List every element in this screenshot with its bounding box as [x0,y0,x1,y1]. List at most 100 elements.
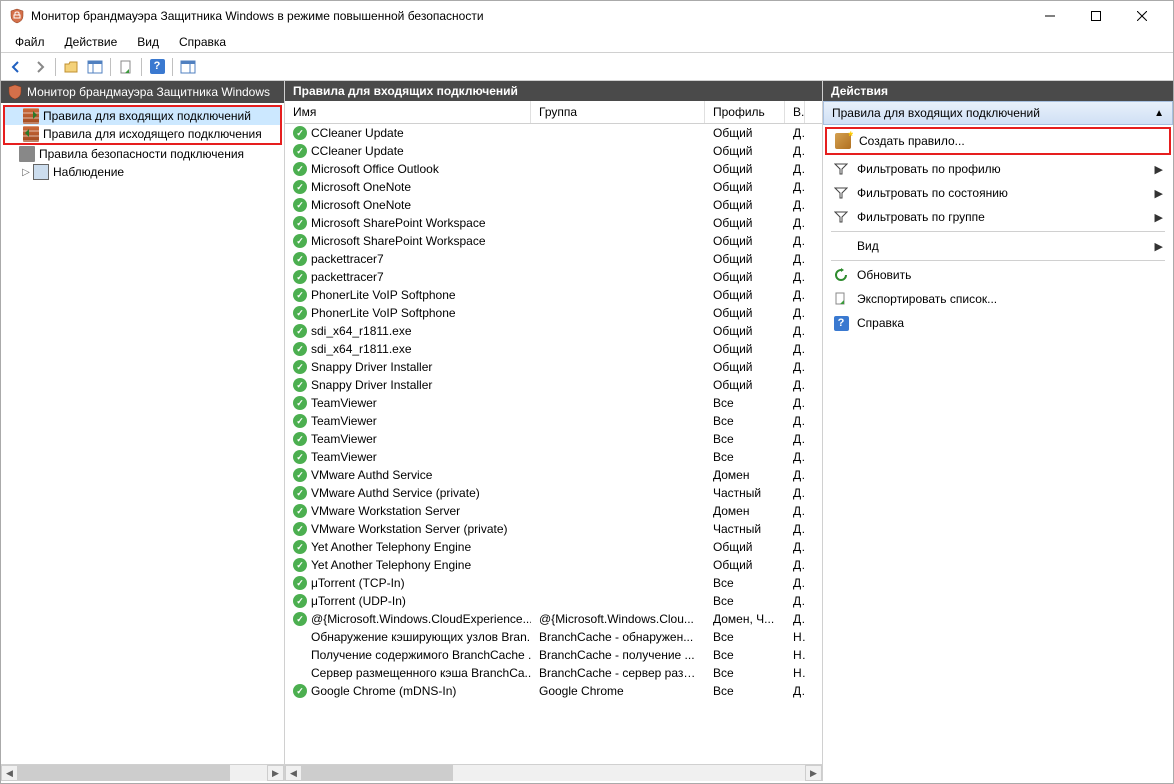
expander-icon[interactable]: ▷ [19,167,33,178]
rule-row[interactable]: Microsoft SharePoint WorkspaceОбщийД... [285,232,822,250]
rule-row[interactable]: Обнаружение кэширующих узлов Bran...Bran… [285,628,822,646]
rule-name: packettracer7 [311,270,384,284]
action-filter-group[interactable]: Фильтровать по группе ▶ [825,205,1171,229]
rule-row[interactable]: Snappy Driver InstallerОбщийД... [285,376,822,394]
collapse-icon[interactable]: ▲ [1154,108,1164,119]
rule-row[interactable]: Сервер размещенного кэша BranchCa...Bran… [285,664,822,682]
rule-status-icon [293,360,307,374]
column-name[interactable]: Имя [285,101,531,123]
menu-view[interactable]: Вид [127,32,169,52]
action-new-rule[interactable]: Создать правило... [827,129,1169,153]
rule-name: Microsoft OneNote [311,198,411,212]
rule-row[interactable]: packettracer7ОбщийД... [285,250,822,268]
column-group[interactable]: Группа [531,101,705,123]
rule-row[interactable]: μTorrent (UDP-In)ВсеД... [285,592,822,610]
rule-row[interactable]: Yet Another Telephony EngineОбщийД... [285,556,822,574]
rule-row[interactable]: packettracer7ОбщийД... [285,268,822,286]
rule-profile: Все [705,629,785,645]
menu-file[interactable]: Файл [5,32,55,52]
rule-row[interactable]: μTorrent (TCP-In)ВсеД... [285,574,822,592]
rule-enabled: Д... [785,215,805,231]
rule-profile: Все [705,431,785,447]
rule-row[interactable]: TeamViewerВсеД... [285,412,822,430]
rule-row[interactable]: VMware Workstation ServerДоменД... [285,502,822,520]
rule-row[interactable]: VMware Authd Service (private)ЧастныйД..… [285,484,822,502]
rule-group [531,204,705,206]
rule-row[interactable]: PhonerLite VoIP SoftphoneОбщийД... [285,304,822,322]
rule-row[interactable]: Snappy Driver InstallerОбщийД... [285,358,822,376]
forward-button[interactable] [29,56,51,78]
tree-outbound-rules[interactable]: Правила для исходящего подключения [5,125,280,143]
scroll-left-arrow[interactable]: ◀ [285,765,302,781]
rule-name: Microsoft Office Outlook [311,162,439,176]
tree-body[interactable]: Правила для входящих подключений Правила… [1,103,284,764]
rule-row[interactable]: Microsoft Office OutlookОбщийД... [285,160,822,178]
scroll-right-arrow[interactable]: ▶ [805,765,822,781]
actions-subheader[interactable]: Правила для входящих подключений ▲ [823,101,1173,125]
rule-row[interactable]: Microsoft OneNoteОбщийД... [285,196,822,214]
scroll-right-arrow[interactable]: ▶ [267,765,284,781]
filter-icon [833,209,849,225]
rule-row[interactable]: Получение содержимого BranchCache ...Bra… [285,646,822,664]
rule-row[interactable]: Google Chrome (mDNS-In)Google ChromeВсеД… [285,682,822,700]
action-export[interactable]: Экспортировать список... [825,287,1171,311]
folder-up-button[interactable] [60,56,82,78]
menu-help[interactable]: Справка [169,32,236,52]
rule-row[interactable]: CCleaner UpdateОбщийД... [285,124,822,142]
rule-enabled: Д... [785,143,805,159]
minimize-button[interactable] [1027,1,1073,31]
rule-enabled: Д... [785,323,805,339]
highlight-box-action: Создать правило... [825,127,1171,155]
action-refresh[interactable]: Обновить [825,263,1171,287]
rule-group [531,582,705,584]
actions-pane: Действия Правила для входящих подключени… [823,81,1173,781]
scroll-left-arrow[interactable]: ◀ [1,765,18,781]
show-actions-button[interactable] [177,56,199,78]
rules-horizontal-scrollbar[interactable]: ◀ ▶ [285,764,822,781]
menu-action[interactable]: Действие [55,32,128,52]
rule-row[interactable]: CCleaner UpdateОбщийД... [285,142,822,160]
rules-list[interactable]: CCleaner UpdateОбщийД...CCleaner UpdateО… [285,124,822,764]
rule-enabled: Д... [785,557,805,573]
column-profile[interactable]: Профиль [705,101,785,123]
rule-name: TeamViewer [311,432,377,446]
window-title: Монитор брандмауэра Защитника Windows в … [31,9,1027,23]
show-hide-tree-button[interactable] [84,56,106,78]
rule-group [531,492,705,494]
rule-row[interactable]: Yet Another Telephony EngineОбщийД... [285,538,822,556]
rule-row[interactable]: PhonerLite VoIP SoftphoneОбщийД... [285,286,822,304]
rule-status-icon [293,252,307,266]
rule-profile: Общий [705,341,785,357]
rule-row[interactable]: VMware Authd ServiceДоменД... [285,466,822,484]
rule-status-icon [293,234,307,248]
chevron-right-icon: ▶ [1155,163,1163,176]
action-help[interactable]: ? Справка [825,311,1171,335]
rule-row[interactable]: TeamViewerВсеД... [285,394,822,412]
action-filter-profile[interactable]: Фильтровать по профилю ▶ [825,157,1171,181]
tree-horizontal-scrollbar[interactable]: ◀ ▶ [1,764,284,781]
rule-row[interactable]: Microsoft SharePoint WorkspaceОбщийД... [285,214,822,232]
close-button[interactable] [1119,1,1165,31]
action-view[interactable]: Вид ▶ [825,234,1171,258]
action-filter-state[interactable]: Фильтровать по состоянию ▶ [825,181,1171,205]
rule-row[interactable]: @{Microsoft.Windows.CloudExperience...@{… [285,610,822,628]
tree-monitoring[interactable]: ▷ Наблюдение [1,163,284,181]
column-enabled[interactable]: В... [785,101,805,123]
export-button[interactable] [115,56,137,78]
rule-row[interactable]: VMware Workstation Server (private)Частн… [285,520,822,538]
action-label: Фильтровать по состоянию [857,186,1008,200]
tree-security-rules[interactable]: Правила безопасности подключения [1,145,284,163]
rule-row[interactable]: sdi_x64_r1811.exeОбщийД... [285,322,822,340]
tree-item-label: Наблюдение [53,165,124,179]
maximize-button[interactable] [1073,1,1119,31]
rule-row[interactable]: sdi_x64_r1811.exeОбщийД... [285,340,822,358]
tree-inbound-rules[interactable]: Правила для входящих подключений [5,107,280,125]
rule-row[interactable]: Microsoft OneNoteОбщийД... [285,178,822,196]
rule-enabled: Д... [785,305,805,321]
rule-row[interactable]: TeamViewerВсеД... [285,448,822,466]
rule-row[interactable]: TeamViewerВсеД... [285,430,822,448]
back-button[interactable] [5,56,27,78]
help-button[interactable]: ? [146,56,168,78]
rule-profile: Все [705,449,785,465]
outbound-rules-icon [23,126,39,142]
